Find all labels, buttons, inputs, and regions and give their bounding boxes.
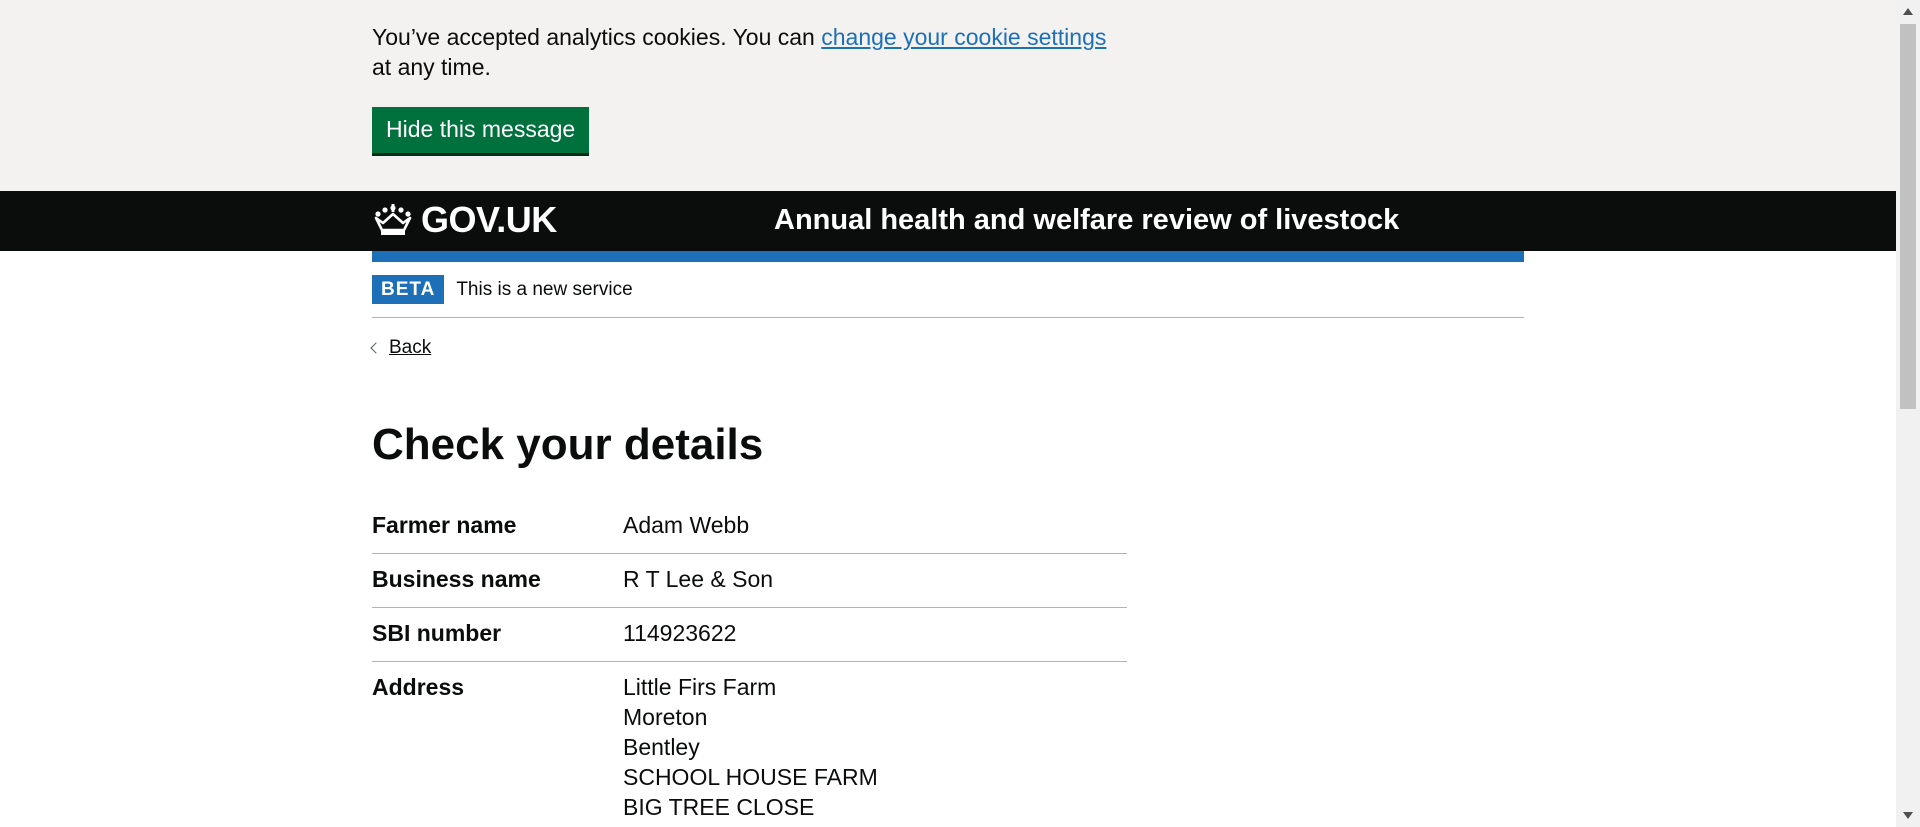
summary-value: 114923622 <box>623 620 737 646</box>
page-title: Check your details <box>372 420 764 469</box>
scroll-up-icon[interactable] <box>1903 8 1913 15</box>
cookie-message-text-end: at any time. <box>372 54 491 80</box>
address-line: Little Firs Farm <box>623 674 777 700</box>
summary-key: Address <box>372 674 465 700</box>
scroll-thumb[interactable] <box>1900 24 1916 409</box>
scroll-down-icon[interactable] <box>1903 812 1913 819</box>
phase-banner-text: This is a new service <box>456 278 633 300</box>
cookie-message-text: You’ve accepted analytics cookies. You c… <box>372 24 822 50</box>
service-name-link[interactable]: Annual health and welfare review of live… <box>774 204 1399 237</box>
govuk-logo-text: GOV.UK <box>421 199 557 240</box>
page: You’ve accepted analytics cookies. You c… <box>0 0 1896 827</box>
beta-tag: BETA <box>372 275 445 304</box>
vertical-scrollbar[interactable] <box>1896 0 1920 827</box>
chevron-left-icon <box>370 342 382 354</box>
cookie-settings-link[interactable]: change your cookie settings <box>821 24 1106 50</box>
details-summary-list: Farmer name Adam Webb Business name R T … <box>372 510 1127 827</box>
summary-key: Farmer name <box>372 512 517 538</box>
phase-banner: BETA This is a new service <box>372 262 1524 318</box>
summary-row-address: Address Little Firs Farm Moreton Bentley… <box>372 662 1127 827</box>
govuk-header: GOV.UK Annual health and welfare review … <box>0 191 1896 251</box>
back-link-label: Back <box>389 337 432 358</box>
summary-value: R T Lee & Son <box>623 566 774 592</box>
summary-key: SBI number <box>372 620 502 646</box>
govuk-logo-link[interactable]: GOV.UK <box>372 199 557 241</box>
cookie-banner: You’ve accepted analytics cookies. You c… <box>0 0 1896 191</box>
brand-bar <box>372 251 1524 262</box>
address-line: Bentley <box>623 734 700 760</box>
hide-message-button[interactable]: Hide this message <box>372 107 590 153</box>
address-line: Moreton <box>623 704 708 730</box>
summary-row-business-name: Business name R T Lee & Son <box>372 554 1127 608</box>
summary-value-address: Little Firs Farm Moreton Bentley SCHOOL … <box>623 672 878 822</box>
address-line: SCHOOL HOUSE FARM <box>623 764 878 790</box>
summary-key: Business name <box>372 566 541 592</box>
back-link[interactable]: Back <box>370 337 432 359</box>
summary-row-farmer-name: Farmer name Adam Webb <box>372 510 1127 554</box>
crown-icon <box>374 204 412 235</box>
cookie-message: You’ve accepted analytics cookies. You c… <box>372 22 1112 82</box>
address-line: BIG TREE CLOSE <box>623 794 815 820</box>
summary-value: Adam Webb <box>623 512 750 538</box>
summary-row-sbi-number: SBI number 114923622 <box>372 608 1127 662</box>
